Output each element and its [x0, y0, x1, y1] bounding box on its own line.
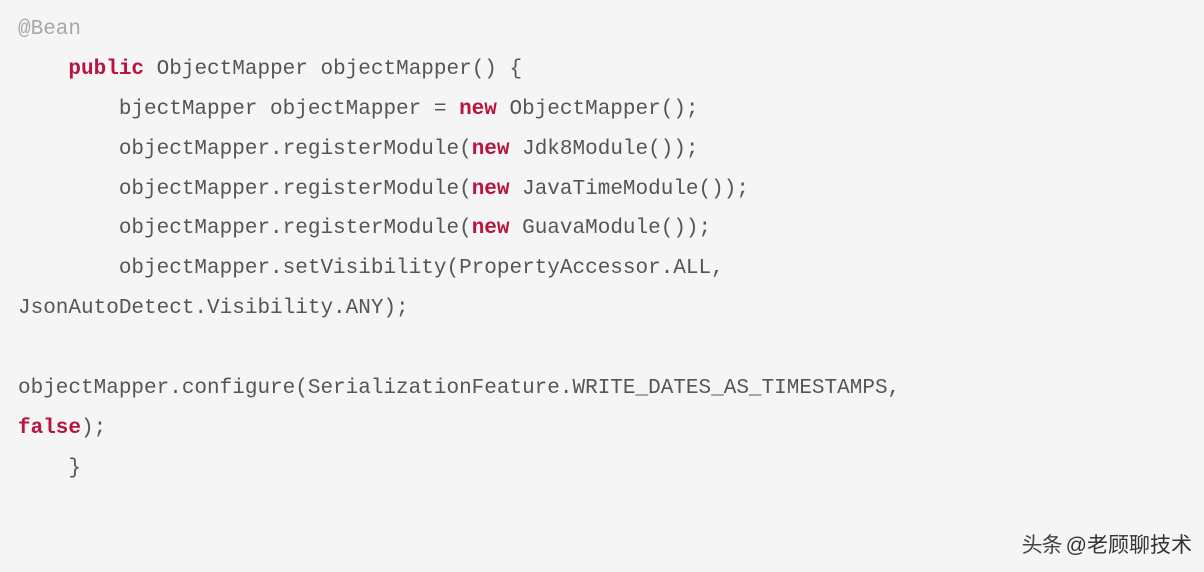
- code-line-3: bjectMapper objectMapper = new ObjectMap…: [18, 98, 699, 121]
- code-line-7: objectMapper.setVisibility(PropertyAcces…: [18, 257, 724, 280]
- code-line-2: public ObjectMapper objectMapper() {: [18, 58, 522, 81]
- code-block: @Bean public ObjectMapper objectMapper()…: [18, 10, 1186, 489]
- watermark-prefix: 头条: [1022, 526, 1062, 566]
- code-line-6: objectMapper.registerModule(new GuavaMod…: [18, 217, 711, 240]
- code-line-10: objectMapper.configure(SerializationFeat…: [18, 377, 900, 400]
- code-line-4: objectMapper.registerModule(new Jdk8Modu…: [18, 138, 699, 161]
- watermark-handle: @老顾聊技术: [1066, 526, 1192, 566]
- code-line-12: }: [18, 457, 81, 480]
- code-line-11: false);: [18, 417, 106, 440]
- code-line-8: JsonAutoDetect.Visibility.ANY);: [18, 297, 409, 320]
- code-line-5: objectMapper.registerModule(new JavaTime…: [18, 178, 749, 201]
- watermark: 头条 @老顾聊技术: [1022, 526, 1192, 566]
- annotation-bean: @Bean: [18, 18, 81, 41]
